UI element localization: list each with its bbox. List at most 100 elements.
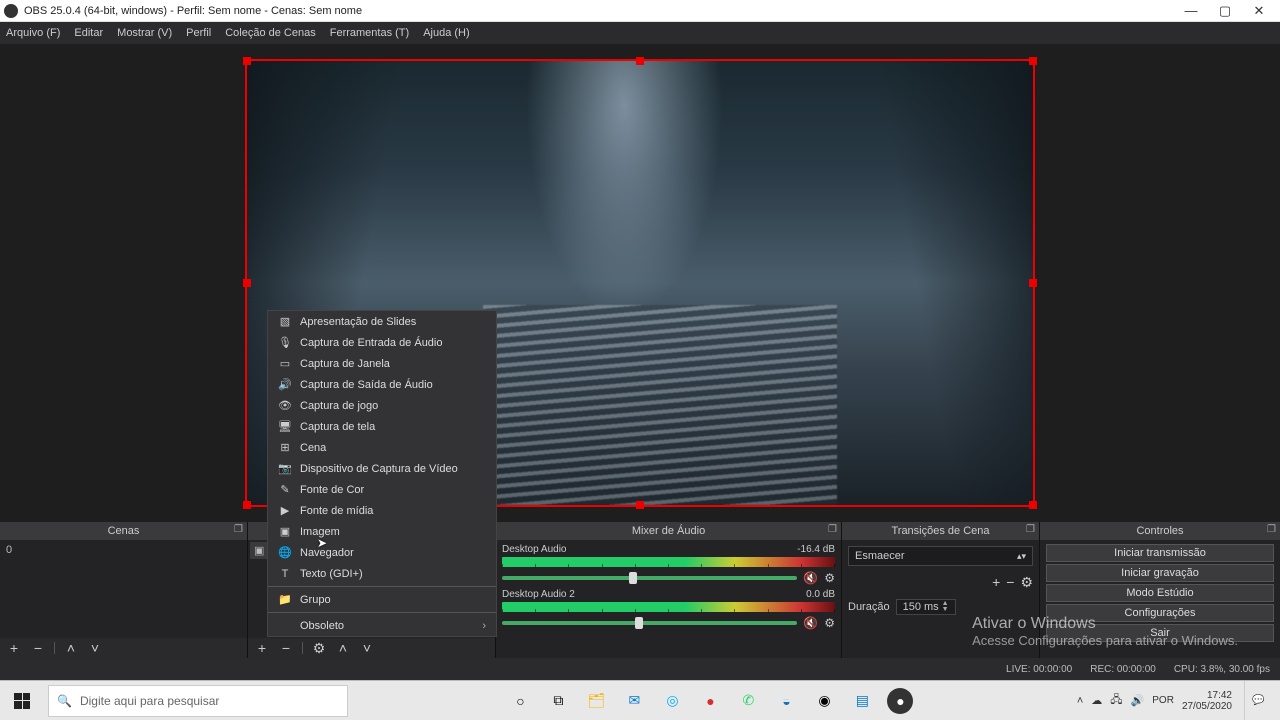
source-down-button[interactable]: ˅	[359, 640, 375, 656]
menu-arquivo[interactable]: Arquivo (F)	[6, 27, 60, 39]
visibility-icon[interactable]: ▣	[254, 544, 264, 557]
mixer-channel: Desktop Audio-16.4 dB 🔇 ⚙	[502, 544, 835, 585]
spin-down-icon[interactable]: ▼	[942, 607, 949, 613]
transition-settings-button[interactable]: ⚙	[1020, 574, 1033, 591]
tray-onedrive-icon[interactable]: ☁	[1091, 694, 1102, 707]
status-live: LIVE: 00:00:00	[1006, 664, 1072, 675]
start-stream-button[interactable]: Iniciar transmissão	[1046, 544, 1274, 562]
remove-source-button[interactable]: −	[278, 640, 294, 656]
menu-item-game-capture[interactable]: 👁Captura de jogo	[268, 395, 496, 416]
obs-app-icon	[4, 4, 18, 18]
speaker-icon: 🔊	[278, 378, 292, 391]
source-settings-button[interactable]: ⚙	[311, 640, 327, 657]
menu-item-obsolete[interactable]: Obsoleto	[268, 615, 496, 636]
tray-language[interactable]: POR	[1152, 695, 1174, 706]
scenes-toolbar: + − ˄ ˅	[0, 638, 247, 658]
transition-select[interactable]: Esmaecer ▴▾	[848, 546, 1033, 566]
remove-scene-button[interactable]: −	[30, 640, 46, 656]
volume-slider[interactable]	[502, 621, 797, 625]
resize-handle-tc[interactable]	[636, 57, 644, 65]
menu-editar[interactable]: Editar	[74, 27, 103, 39]
resize-handle-mr[interactable]	[1029, 279, 1037, 287]
scene-down-button[interactable]: ˅	[87, 640, 103, 656]
file-explorer-icon[interactable]: 🗂	[583, 688, 609, 714]
action-center-button[interactable]: 💬	[1244, 681, 1272, 720]
maximize-button[interactable]: ▢	[1208, 1, 1242, 21]
menu-item-slideshow[interactable]: ▧Apresentação de Slides	[268, 311, 496, 332]
menu-item-video-capture[interactable]: 📷Dispositivo de Captura de Vídeo	[268, 458, 496, 479]
taskbar-search[interactable]: 🔍 Digite aqui para pesquisar	[48, 685, 348, 717]
menu-item-scene[interactable]: ⊞Cena	[268, 437, 496, 458]
whatsapp-icon[interactable]: ✆	[735, 688, 761, 714]
detach-icon[interactable]: ❐	[828, 524, 837, 535]
scene-up-button[interactable]: ˄	[63, 640, 79, 656]
tray-clock[interactable]: 17:42 27/05/2020	[1182, 690, 1232, 712]
menu-ferramentas[interactable]: Ferramentas (T)	[330, 27, 409, 39]
mail-icon[interactable]: ✉	[621, 688, 647, 714]
add-transition-button[interactable]: +	[992, 574, 1000, 591]
scenes-list[interactable]: 0	[0, 540, 247, 638]
obs-taskbar-icon[interactable]: ●	[887, 688, 913, 714]
resize-handle-tr[interactable]	[1029, 57, 1037, 65]
menu-item-text[interactable]: TTexto (GDI+)	[268, 563, 496, 584]
globe-icon: 🌐	[278, 546, 292, 559]
cortana-icon[interactable]: ○	[507, 688, 533, 714]
edge-icon[interactable]: ◎	[659, 688, 685, 714]
add-scene-button[interactable]: +	[6, 640, 22, 656]
teamviewer-icon[interactable]: ◒	[773, 688, 799, 714]
resize-handle-tl[interactable]	[243, 57, 251, 65]
menu-item-media-source[interactable]: ▶Fonte de mídia	[268, 500, 496, 521]
slideshow-icon: ▧	[278, 315, 292, 328]
add-source-context-menu: ▧Apresentação de Slides 🎙Captura de Entr…	[267, 310, 497, 637]
mic-icon: 🎙	[278, 336, 292, 349]
menu-item-audio-output[interactable]: 🔊Captura de Saída de Áudio	[268, 374, 496, 395]
menu-item-window-capture[interactable]: ▭Captura de Janela	[268, 353, 496, 374]
mute-button[interactable]: 🔇	[803, 616, 818, 630]
resize-handle-ml[interactable]	[243, 279, 251, 287]
start-button[interactable]	[0, 681, 44, 720]
menu-item-group[interactable]: 📁Grupo	[268, 589, 496, 610]
menu-item-audio-input[interactable]: 🎙Captura de Entrada de Áudio	[268, 332, 496, 353]
chrome-icon[interactable]: ◉	[811, 688, 837, 714]
preview-area[interactable]	[0, 44, 1280, 522]
detach-icon[interactable]: ❐	[1267, 524, 1276, 535]
menu-item-image[interactable]: ▣Imagem	[268, 521, 496, 542]
volume-slider[interactable]	[502, 576, 797, 580]
mixer-body: Desktop Audio-16.4 dB 🔇 ⚙ Desktop Audio …	[496, 540, 841, 658]
settings-button[interactable]: Configurações	[1046, 604, 1274, 622]
scene-row[interactable]: 0	[6, 544, 241, 556]
channel-settings-button[interactable]: ⚙	[824, 571, 835, 585]
menu-colecao[interactable]: Coleção de Cenas	[225, 27, 316, 39]
menu-item-display-capture[interactable]: 🖥Captura de tela	[268, 416, 496, 437]
menu-ajuda[interactable]: Ajuda (H)	[423, 27, 469, 39]
studio-mode-button[interactable]: Modo Estúdio	[1046, 584, 1274, 602]
close-button[interactable]: ✕	[1242, 1, 1276, 21]
resize-handle-br[interactable]	[1029, 501, 1037, 509]
sources-toolbar: + − ⚙ ˄ ˅	[248, 638, 495, 658]
word-icon[interactable]: ▤	[849, 688, 875, 714]
menu-mostrar[interactable]: Mostrar (V)	[117, 27, 172, 39]
detach-icon[interactable]: ❐	[1026, 524, 1035, 535]
tray-volume-icon[interactable]: 🔊	[1131, 694, 1145, 707]
remove-transition-button[interactable]: −	[1006, 574, 1014, 591]
start-record-button[interactable]: Iniciar gravação	[1046, 564, 1274, 582]
task-view-icon[interactable]: ⧉	[545, 688, 571, 714]
mute-button[interactable]: 🔇	[803, 571, 818, 585]
duration-input[interactable]: 150 ms ▲▼	[896, 599, 956, 615]
tray-network-icon[interactable]: 🖧	[1110, 691, 1122, 710]
menu-item-browser[interactable]: 🌐Navegador	[268, 542, 496, 563]
add-source-button[interactable]: +	[254, 640, 270, 656]
exit-button[interactable]: Sair	[1046, 624, 1274, 642]
folder-icon: 📁	[278, 593, 292, 606]
menu-item-color-source[interactable]: ✎Fonte de Cor	[268, 479, 496, 500]
tray-chevron-up-icon[interactable]: ˄	[1077, 695, 1083, 707]
app-red-icon[interactable]: ●	[697, 688, 723, 714]
source-up-button[interactable]: ˄	[335, 640, 351, 656]
channel-settings-button[interactable]: ⚙	[824, 616, 835, 630]
detach-icon[interactable]: ❐	[234, 524, 243, 535]
minimize-button[interactable]: —	[1174, 1, 1208, 21]
menu-perfil[interactable]: Perfil	[186, 27, 211, 39]
resize-handle-bl[interactable]	[243, 501, 251, 509]
resize-handle-bc[interactable]	[636, 501, 644, 509]
brush-icon: ✎	[278, 483, 292, 496]
